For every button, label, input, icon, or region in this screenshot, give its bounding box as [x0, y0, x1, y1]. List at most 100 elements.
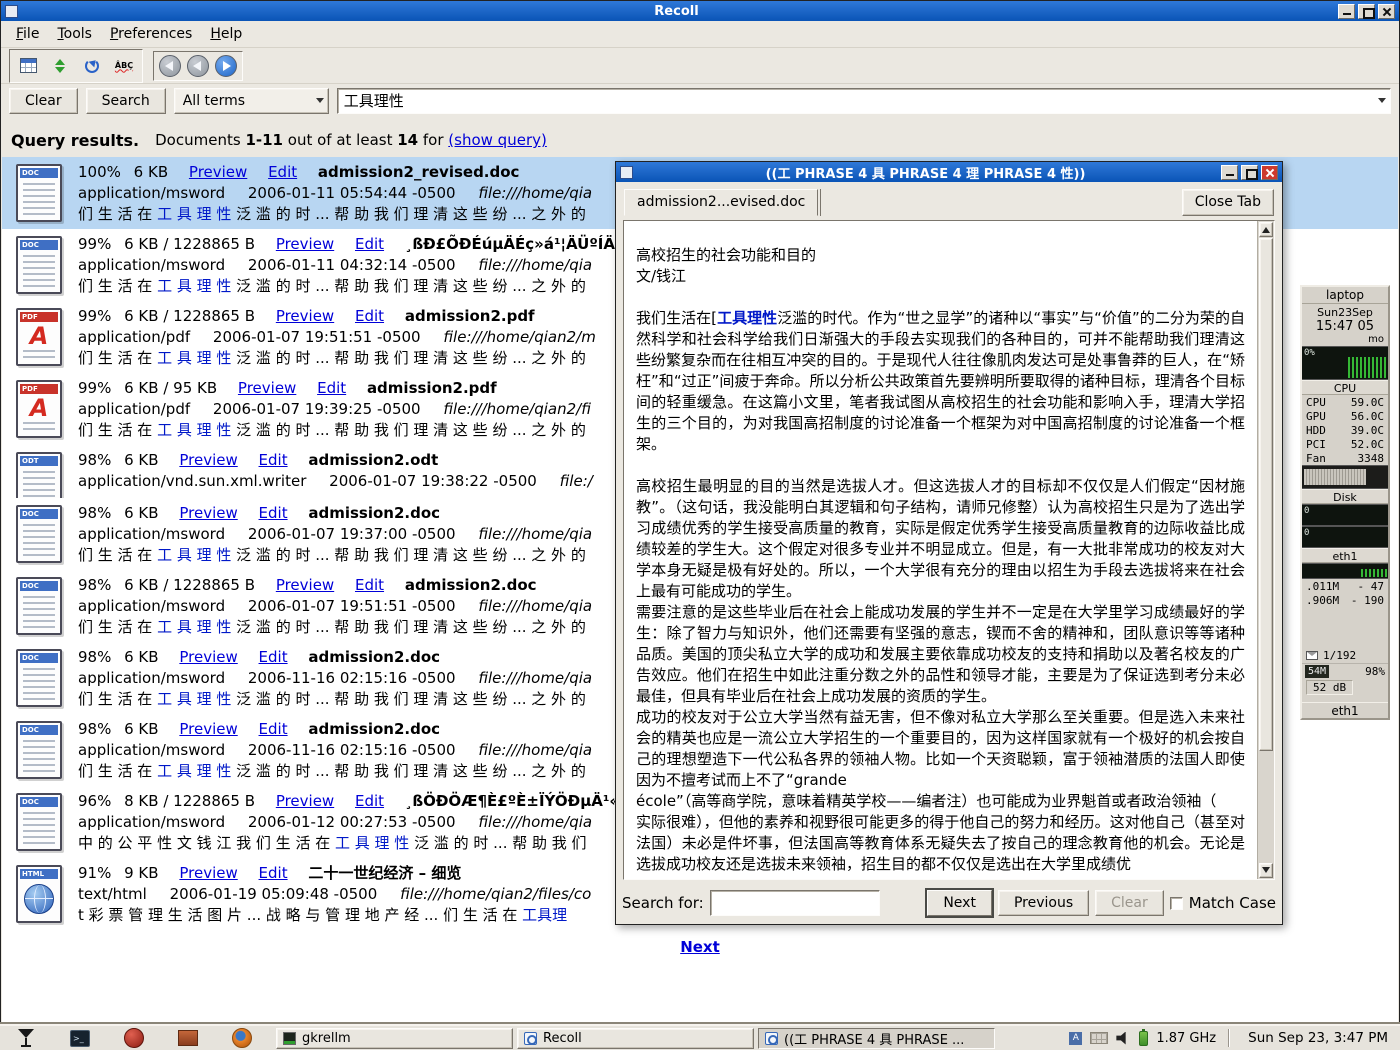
edit-link[interactable]: Edit	[259, 648, 288, 666]
task-preview[interactable]: ((工 PHRASE 4 具 PHRASE ...	[758, 1028, 995, 1049]
preview-link[interactable]: Preview	[276, 235, 334, 253]
search-button[interactable]: Search	[86, 88, 166, 114]
workspace-pager-icon[interactable]	[1090, 1032, 1108, 1044]
gkrellm-monitor[interactable]: laptop Sun23Sep 15:47 05 mo 0% CPU CPU59…	[1300, 285, 1390, 720]
preview-tab-bar: admission2...evised.doc Close Tab	[616, 182, 1282, 216]
preview-link[interactable]: Preview	[276, 307, 334, 325]
result-mimetype: application/msword	[78, 256, 225, 274]
gkrellm-task-icon	[283, 1032, 296, 1045]
preview-link[interactable]: Preview	[276, 792, 334, 810]
preview-content[interactable]: 高校招生的社会功能和目的文/钱江我们生活在[工具理性泛滥的时代。作为“世之显学”…	[624, 221, 1257, 879]
file-type-icon: PDF A	[16, 308, 62, 366]
edit-link[interactable]: Edit	[259, 720, 288, 738]
result-mimetype: application/pdf	[78, 400, 190, 418]
menu-file[interactable]: File	[7, 22, 48, 46]
match-case-checkbox[interactable]	[1170, 897, 1183, 910]
scroll-up-arrow[interactable]	[1259, 222, 1273, 237]
menubar: File Tools Preferences Help	[1, 21, 1399, 48]
preview-link[interactable]: Preview	[276, 576, 334, 594]
preview-close-button[interactable]	[1261, 165, 1278, 180]
cpu-percent-label: 0%	[1304, 348, 1315, 358]
task-gkrellm[interactable]: gkrellm	[276, 1028, 513, 1049]
preview-search-input[interactable]	[715, 895, 875, 911]
edit-link[interactable]: Edit	[268, 163, 297, 181]
first-page-button[interactable]	[159, 55, 181, 77]
preview-link[interactable]: Preview	[189, 163, 247, 181]
scrollbar-thumb[interactable]	[1259, 238, 1273, 751]
spell-button[interactable]: ÂBÇ	[111, 53, 137, 79]
firefox-launcher[interactable]	[230, 1027, 254, 1049]
preview-titlebar[interactable]: ((工 PHRASE 4 具 PHRASE 4 理 PHRASE 4 性))	[616, 162, 1282, 182]
media-app-launcher[interactable]	[122, 1027, 146, 1049]
task-recoll[interactable]: Recoll	[517, 1028, 754, 1049]
edit-link[interactable]: Edit	[355, 792, 384, 810]
preview-tab[interactable]: admission2...evised.doc	[624, 189, 818, 216]
result-icon-cell: DOC A	[8, 719, 70, 786]
result-title: admission2.pdf	[405, 307, 535, 325]
find-next-button[interactable]: Next	[927, 890, 992, 916]
document-lines	[23, 183, 55, 215]
cpu-section-label: CPU	[1302, 380, 1388, 395]
minimize-button[interactable]	[1338, 4, 1355, 19]
result-date: 2006-01-19 05:09:48 -0500	[170, 885, 378, 903]
preview-paragraph: 实际很难），但他的素养和视野很可能更多的得于他自己的努力和经历。这对他自己（甚至…	[636, 812, 1245, 875]
menu-help[interactable]: Help	[201, 22, 251, 46]
show-query-link[interactable]: (show query)	[448, 131, 547, 149]
edit-link[interactable]: Edit	[259, 504, 288, 522]
result-size: 8 KB / 1228865 B	[124, 792, 255, 810]
find-clear-button[interactable]: Clear	[1095, 890, 1164, 916]
result-date: 2006-01-12 00:27:53 -0500	[248, 813, 456, 831]
preview-link[interactable]: Preview	[179, 504, 237, 522]
scroll-down-arrow[interactable]	[1259, 863, 1273, 878]
edit-link[interactable]: Edit	[259, 864, 288, 882]
document-lines	[23, 422, 55, 431]
preview-link[interactable]: Preview	[179, 720, 237, 738]
memory-used: 54M	[1305, 665, 1329, 678]
file-type-label: HTML	[22, 870, 44, 878]
close-button[interactable]	[1378, 4, 1395, 19]
cpu-frequency-icon[interactable]	[1139, 1031, 1148, 1046]
document-lines	[23, 255, 55, 287]
edit-link[interactable]: Edit	[259, 451, 288, 469]
preview-link[interactable]: Preview	[179, 451, 237, 469]
menu-preferences[interactable]: Preferences	[101, 22, 201, 46]
menu-tools[interactable]: Tools	[48, 22, 101, 46]
edit-link[interactable]: Edit	[355, 576, 384, 594]
result-date: 2006-01-07 19:38:22 -0500	[329, 472, 537, 490]
package-app-launcher[interactable]	[176, 1027, 200, 1049]
result-icon-cell: DOC A	[8, 647, 70, 714]
main-titlebar[interactable]: Recoll	[1, 1, 1399, 21]
result-icon-cell: DOC A	[8, 791, 70, 858]
edit-link[interactable]: Edit	[317, 379, 346, 397]
history-button[interactable]	[79, 53, 105, 79]
preview-link[interactable]: Preview	[179, 648, 237, 666]
preview-minimize-button[interactable]	[1221, 165, 1238, 180]
sort-button[interactable]	[47, 53, 73, 79]
volume-icon[interactable]	[1116, 1032, 1131, 1045]
preview-search-field[interactable]	[710, 890, 880, 916]
preview-link[interactable]: Preview	[179, 864, 237, 882]
next-results-link[interactable]: Next	[680, 938, 720, 956]
preview-scrollbar[interactable]	[1257, 221, 1274, 879]
next-page-button[interactable]	[215, 55, 237, 77]
previous-page-button[interactable]	[187, 55, 209, 77]
clear-button[interactable]: Clear	[9, 88, 78, 114]
close-tab-button[interactable]: Close Tab	[1182, 189, 1274, 216]
wine-launcher[interactable]	[14, 1027, 38, 1049]
edit-link[interactable]: Edit	[355, 307, 384, 325]
query-combo[interactable]	[337, 88, 1391, 114]
keyboard-layout-icon[interactable]	[1069, 1032, 1082, 1045]
preview-link[interactable]: Preview	[238, 379, 296, 397]
file-type-label: DOC	[22, 169, 39, 177]
result-table-button[interactable]	[15, 53, 41, 79]
result-date: 2006-01-11 05:54:44 -0500	[248, 184, 456, 202]
find-previous-button[interactable]: Previous	[998, 890, 1089, 916]
search-input[interactable]	[344, 92, 1378, 110]
query-mode-select[interactable]: All terms	[174, 88, 329, 114]
preview-maximize-button[interactable]	[1241, 165, 1258, 180]
launcher-icons	[0, 1027, 264, 1049]
terminal-launcher[interactable]	[68, 1027, 92, 1049]
maximize-button[interactable]	[1358, 4, 1375, 19]
disk-chart-2: 0	[1302, 526, 1388, 548]
edit-link[interactable]: Edit	[355, 235, 384, 253]
